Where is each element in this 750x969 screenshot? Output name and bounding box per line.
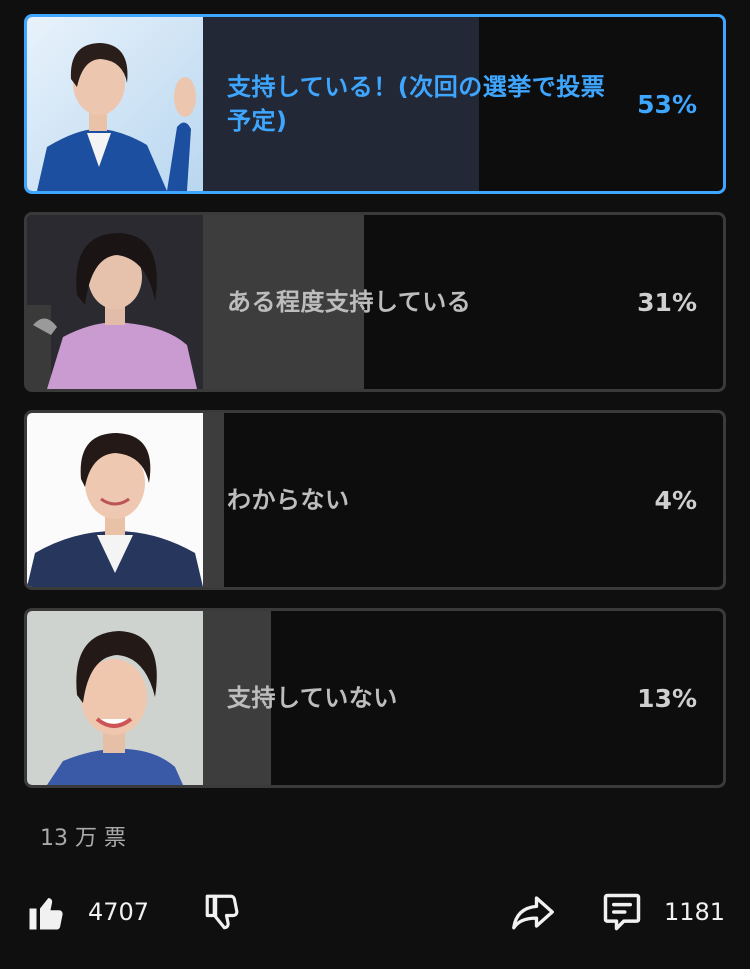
vote-count: 13 万 票 (40, 826, 126, 851)
like-button[interactable]: 4707 (26, 880, 149, 944)
comment-icon (600, 890, 644, 934)
comment-count: 1181 (664, 898, 726, 926)
option-percent: 13% (637, 683, 697, 713)
share-button[interactable] (510, 880, 556, 944)
share-icon (510, 891, 556, 933)
like-count: 4707 (88, 898, 150, 926)
option-label: わからない (227, 486, 350, 514)
option-percent: 53% (637, 89, 697, 119)
poll-option-1[interactable]: 支持している！(次回の選挙で投票予定) 53% (24, 14, 726, 194)
option-percent: 4% (654, 485, 697, 515)
option-image (27, 413, 203, 587)
poll-option-2[interactable]: ある程度支持している 31% (24, 212, 726, 392)
action-bar: 4707 1181 (0, 880, 750, 944)
poll-option-3[interactable]: わからない 4% (24, 410, 726, 590)
option-label: 支持している！(次回の選挙で投票予定) (227, 73, 606, 135)
option-image (27, 611, 203, 785)
result-bar (203, 413, 224, 587)
thumbs-down-icon (202, 891, 244, 933)
poll-option-4[interactable]: 支持していない 13% (24, 608, 726, 788)
option-image (27, 17, 203, 191)
thumbs-up-icon (26, 891, 68, 933)
option-label: ある程度支持している (227, 288, 472, 316)
option-image (27, 215, 203, 389)
option-percent: 31% (637, 287, 697, 317)
option-label: 支持していない (227, 684, 398, 712)
comment-button[interactable]: 1181 (600, 880, 725, 944)
poll: 支持している！(次回の選挙で投票予定) 53% ある程度支持している 31% わ… (24, 14, 726, 806)
dislike-button[interactable] (202, 880, 244, 944)
